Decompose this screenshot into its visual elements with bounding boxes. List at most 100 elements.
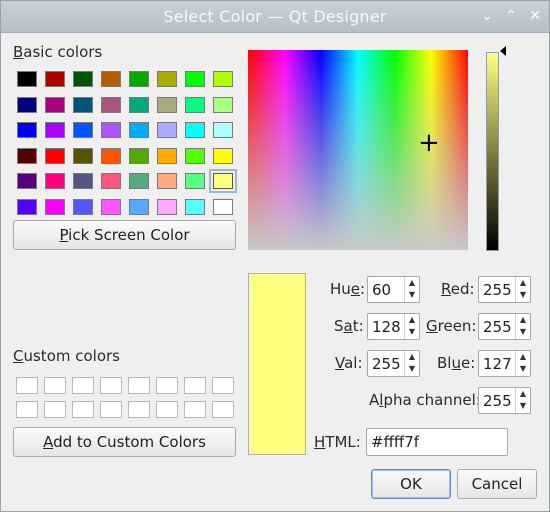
- alpha-spinbox[interactable]: 255 ▲ ▼: [478, 387, 531, 414]
- spin-down-icon[interactable]: ▼: [516, 326, 530, 338]
- spin-up-icon[interactable]: ▲: [405, 277, 419, 289]
- basic-color-swatch[interactable]: [45, 97, 65, 113]
- basic-color-swatch[interactable]: [17, 122, 37, 138]
- custom-color-well[interactable]: [156, 401, 178, 418]
- basic-color-swatch[interactable]: [45, 148, 65, 164]
- spin-up-icon[interactable]: ▲: [516, 388, 530, 400]
- basic-color-swatch[interactable]: [185, 71, 205, 87]
- basic-color-swatch[interactable]: [101, 199, 121, 215]
- blue-spinbox[interactable]: 127 ▲ ▼: [478, 350, 531, 377]
- basic-color-swatch[interactable]: [185, 173, 205, 189]
- basic-color-swatch[interactable]: [213, 97, 233, 113]
- custom-color-well[interactable]: [16, 377, 38, 394]
- custom-color-well[interactable]: [184, 401, 206, 418]
- basic-color-swatch[interactable]: [213, 148, 233, 164]
- custom-color-well[interactable]: [184, 377, 206, 394]
- basic-color-swatch[interactable]: [157, 173, 177, 189]
- basic-color-swatch[interactable]: [209, 169, 237, 193]
- spin-down-icon[interactable]: ▼: [516, 289, 530, 301]
- basic-color-swatch[interactable]: [213, 122, 233, 138]
- basic-color-swatch[interactable]: [129, 148, 149, 164]
- spin-up-icon[interactable]: ▲: [516, 314, 530, 326]
- spin-down-icon[interactable]: ▼: [516, 363, 530, 375]
- custom-color-well[interactable]: [44, 401, 66, 418]
- basic-color-swatch[interactable]: [129, 173, 149, 189]
- basic-color-swatch[interactable]: [45, 173, 65, 189]
- minimize-button[interactable]: ⌄: [478, 7, 496, 25]
- basic-color-swatch[interactable]: [17, 71, 37, 87]
- val-spinbox[interactable]: 255 ▲ ▼: [367, 350, 420, 377]
- html-color-input[interactable]: [371, 433, 501, 451]
- html-color-field[interactable]: [366, 428, 508, 456]
- value-slider-handle-icon[interactable]: [500, 46, 506, 56]
- spin-down-icon[interactable]: ▼: [405, 363, 419, 375]
- basic-color-swatch[interactable]: [17, 97, 37, 113]
- basic-color-swatch[interactable]: [73, 122, 93, 138]
- blue-label: Blue:: [437, 354, 476, 372]
- cancel-button[interactable]: Cancel: [457, 469, 537, 499]
- color-spectrum[interactable]: +: [248, 50, 468, 250]
- basic-color-swatch[interactable]: [157, 199, 177, 215]
- chevron-down-icon: ⌄: [481, 8, 493, 24]
- title-bar[interactable]: Select Color — Qt Designer ⌄ ⌃ ✕: [1, 1, 549, 33]
- custom-color-well[interactable]: [212, 401, 234, 418]
- spin-down-icon[interactable]: ▼: [405, 326, 419, 338]
- spin-up-icon[interactable]: ▲: [516, 277, 530, 289]
- sat-spinbox[interactable]: 128 ▲ ▼: [367, 313, 420, 340]
- spin-up-icon[interactable]: ▲: [405, 351, 419, 363]
- basic-color-swatch[interactable]: [185, 122, 205, 138]
- custom-color-well[interactable]: [156, 377, 178, 394]
- basic-color-swatch[interactable]: [73, 173, 93, 189]
- basic-color-swatch[interactable]: [101, 148, 121, 164]
- basic-color-swatch[interactable]: [73, 148, 93, 164]
- basic-color-swatch[interactable]: [17, 199, 37, 215]
- basic-color-swatch[interactable]: [45, 71, 65, 87]
- basic-color-swatch[interactable]: [185, 148, 205, 164]
- add-to-custom-colors-button[interactable]: Add to Custom Colors: [13, 427, 236, 457]
- basic-color-swatch[interactable]: [73, 71, 93, 87]
- value-slider[interactable]: [486, 52, 499, 251]
- basic-color-swatch[interactable]: [45, 122, 65, 138]
- spin-up-icon[interactable]: ▲: [516, 351, 530, 363]
- basic-color-swatch[interactable]: [213, 71, 233, 87]
- spin-down-icon[interactable]: ▼: [405, 289, 419, 301]
- spin-up-icon[interactable]: ▲: [405, 314, 419, 326]
- basic-color-swatch[interactable]: [213, 199, 233, 215]
- basic-color-swatch[interactable]: [157, 148, 177, 164]
- custom-color-well[interactable]: [44, 377, 66, 394]
- green-spinbox[interactable]: 255 ▲ ▼: [478, 313, 531, 340]
- basic-color-swatch[interactable]: [73, 199, 93, 215]
- basic-color-swatch[interactable]: [17, 173, 37, 189]
- custom-color-well[interactable]: [100, 401, 122, 418]
- basic-color-swatch[interactable]: [129, 97, 149, 113]
- basic-color-swatch[interactable]: [129, 199, 149, 215]
- basic-color-swatch[interactable]: [185, 97, 205, 113]
- red-spinbox[interactable]: 255 ▲ ▼: [478, 276, 531, 303]
- basic-color-swatch[interactable]: [45, 199, 65, 215]
- custom-color-well[interactable]: [72, 401, 94, 418]
- basic-color-swatch[interactable]: [101, 173, 121, 189]
- custom-color-well[interactable]: [16, 401, 38, 418]
- basic-color-swatch[interactable]: [157, 97, 177, 113]
- basic-color-swatch[interactable]: [157, 71, 177, 87]
- basic-color-swatch[interactable]: [129, 71, 149, 87]
- basic-color-swatch[interactable]: [129, 122, 149, 138]
- basic-color-swatch[interactable]: [73, 97, 93, 113]
- basic-color-swatch[interactable]: [157, 122, 177, 138]
- basic-color-swatch[interactable]: [101, 97, 121, 113]
- custom-color-well[interactable]: [128, 401, 150, 418]
- basic-color-swatch[interactable]: [101, 122, 121, 138]
- basic-color-swatch[interactable]: [101, 71, 121, 87]
- maximize-button[interactable]: ⌃: [502, 7, 520, 25]
- spin-down-icon[interactable]: ▼: [516, 400, 530, 412]
- custom-color-well[interactable]: [212, 377, 234, 394]
- ok-button[interactable]: OK: [371, 469, 451, 499]
- pick-screen-color-button[interactable]: Pick Screen Color: [13, 220, 236, 250]
- custom-color-well[interactable]: [100, 377, 122, 394]
- custom-color-well[interactable]: [128, 377, 150, 394]
- custom-color-well[interactable]: [72, 377, 94, 394]
- hue-spinbox[interactable]: 60 ▲ ▼: [367, 276, 420, 303]
- basic-color-swatch[interactable]: [17, 148, 37, 164]
- close-button[interactable]: ✕: [526, 7, 544, 25]
- basic-color-swatch[interactable]: [185, 199, 205, 215]
